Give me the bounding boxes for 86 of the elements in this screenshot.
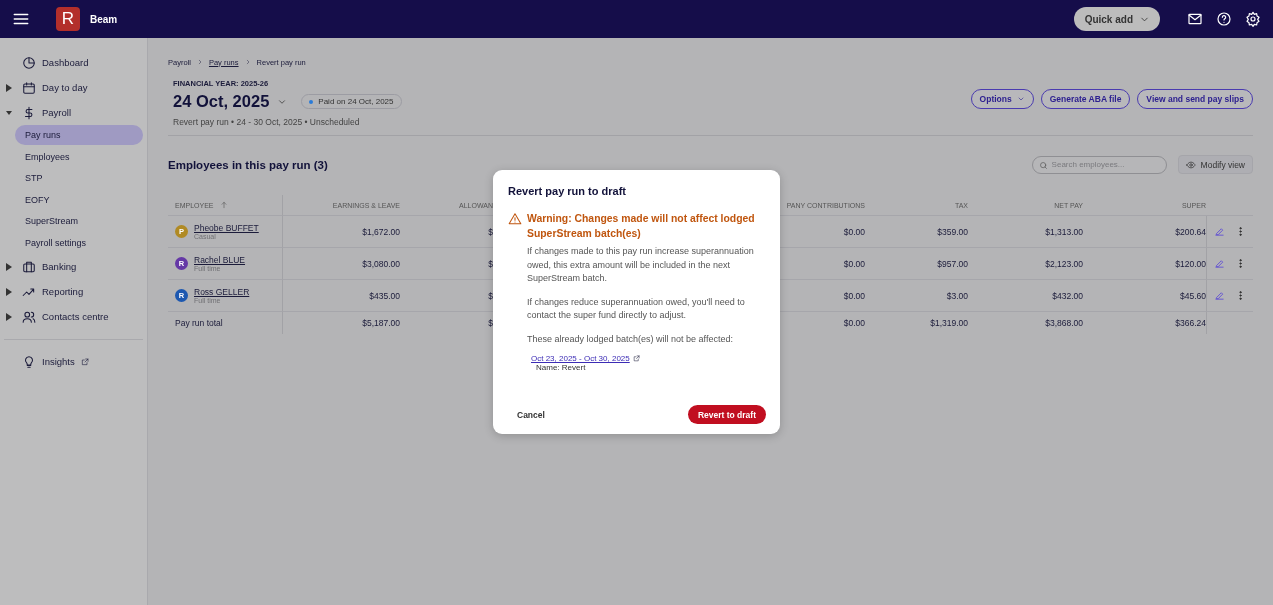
table-cell: $435.00 (283, 280, 400, 312)
sidebar-item[interactable]: Payroll (0, 100, 147, 125)
chevron-right-icon (196, 59, 203, 65)
table-cell: $0.00 (781, 216, 865, 248)
table-cell-text: $0.00 (842, 317, 865, 330)
sidebar-subitem[interactable]: Pay runs (15, 125, 143, 145)
table-cell: $957.00 (865, 248, 968, 280)
table-cell: $45.60 (1083, 280, 1206, 312)
page-title: 24 Oct, 2025 (173, 92, 270, 111)
action-button[interactable]: Generate ABA file (1040, 89, 1131, 109)
sidebar-item[interactable]: Dashboard (0, 50, 147, 75)
table-cell: $0.00 (781, 248, 865, 280)
cancel-button[interactable]: Cancel (508, 409, 554, 420)
pie-chart-icon (22, 55, 36, 70)
dialog-text: These already lodged batch(es) will not be affected: (527, 332, 734, 346)
pencil-icon (1214, 290, 1225, 301)
search-icon (1038, 160, 1048, 170)
warning-icon (508, 212, 522, 226)
help-button[interactable] (1216, 11, 1232, 27)
table-cell: $1,672.00 (283, 216, 400, 248)
sidebar-subitem[interactable]: STP (15, 168, 143, 188)
employee-name[interactable]: Pheobe BUFFET (194, 223, 259, 233)
table-cell-text: $1,319.00 (929, 317, 968, 330)
eye-icon (1185, 159, 1196, 170)
caret-right-icon (6, 262, 12, 271)
modify-view-button[interactable]: Modify view (1177, 155, 1253, 174)
settings-button[interactable] (1245, 11, 1261, 27)
mail-icon (1187, 11, 1203, 27)
dialog-title: Revert pay run to draft (508, 185, 627, 197)
external-link-icon (632, 355, 640, 363)
table-cell: $0.00 (781, 280, 865, 312)
batch-name: Name: Revert (536, 363, 587, 373)
sidebar-item[interactable]: Insights (0, 349, 147, 374)
batch-link[interactable]: Oct 23, 2025 - Oct 30, 2025 (531, 354, 630, 364)
table-cell: $2,123.00 (968, 248, 1083, 280)
sidebar-item[interactable]: Contacts centre (0, 304, 147, 329)
table-cell: $359.00 (865, 216, 968, 248)
table-cell: $432.00 (968, 280, 1083, 312)
action-button[interactable]: View and send pay slips (1137, 89, 1253, 109)
table-cell: Pay run total (168, 312, 283, 334)
employee-name[interactable]: Rachel BLUE (194, 255, 246, 265)
table-cell: $3,080.00 (283, 248, 400, 280)
caret-right-icon (6, 312, 12, 321)
table-cell-text: $366.24 (1174, 317, 1206, 330)
sidebar-item[interactable]: Day to day (0, 75, 147, 100)
sidebar-item[interactable]: Reporting (0, 279, 147, 304)
table-cell: $1,313.00 (968, 216, 1083, 248)
employee-name[interactable]: Ross GELLER (194, 287, 250, 297)
options-dropdown[interactable]: Options (970, 89, 1034, 109)
sort-up-icon (219, 201, 228, 209)
pencil-icon (1214, 258, 1225, 269)
sidebar-item[interactable]: Banking (0, 254, 147, 279)
chevron-right-icon (244, 59, 251, 65)
settings-icon (1245, 11, 1261, 27)
sidebar-subitem[interactable]: SuperStream (15, 211, 143, 231)
table-cell: $120.00 (1083, 248, 1206, 280)
table-cell-text: $3,868.00 (1044, 317, 1083, 330)
table-cell-text: $5,187.00 (361, 317, 400, 330)
lightbulb-icon (22, 354, 36, 369)
mail-button[interactable] (1187, 11, 1203, 27)
app-logo: R (56, 7, 80, 31)
help-icon (1216, 11, 1232, 27)
caret-right-icon (6, 287, 12, 296)
table-cell: $3.00 (865, 280, 968, 312)
people-icon (22, 309, 36, 324)
chevron-down-icon (1016, 95, 1025, 103)
dollar-icon (22, 105, 36, 120)
table-cell-text: $ (487, 317, 493, 330)
sidebar-subitem[interactable]: EOFY (15, 189, 143, 210)
table-cell: $200.64 (1083, 216, 1206, 248)
caret-down-icon (6, 108, 12, 117)
quick-add-button[interactable]: Quick add (1073, 7, 1160, 31)
dialog-text: If changes made to this pay run increase superannuation owed, this extra amount will be included in the next SuperStream batch. (527, 245, 755, 286)
sidebar-subitem[interactable]: Employees (15, 146, 143, 167)
briefcase-icon (22, 259, 36, 274)
warning-title: Warning: Changes made will not affect lodged SuperStream batch(es) (527, 212, 756, 241)
caret-right-icon (6, 83, 12, 92)
sidebar-subitem[interactable]: Payroll settings (15, 232, 143, 253)
pay-run-details: Revert pay run • 24 - 30 Oct, 2025 • Unscheduled (173, 117, 361, 127)
app-name: Beam (90, 13, 119, 25)
section-title: Employees in this pay run (3) (168, 158, 329, 171)
external-link-icon (80, 357, 89, 366)
calendar-icon (22, 80, 36, 95)
revert-button[interactable]: Revert to draft (687, 405, 766, 424)
dialog-text: If changes reduce superannuation owed, you'll need to contact the super fund directly to adjust. (527, 295, 746, 323)
pencil-icon (1214, 226, 1225, 237)
